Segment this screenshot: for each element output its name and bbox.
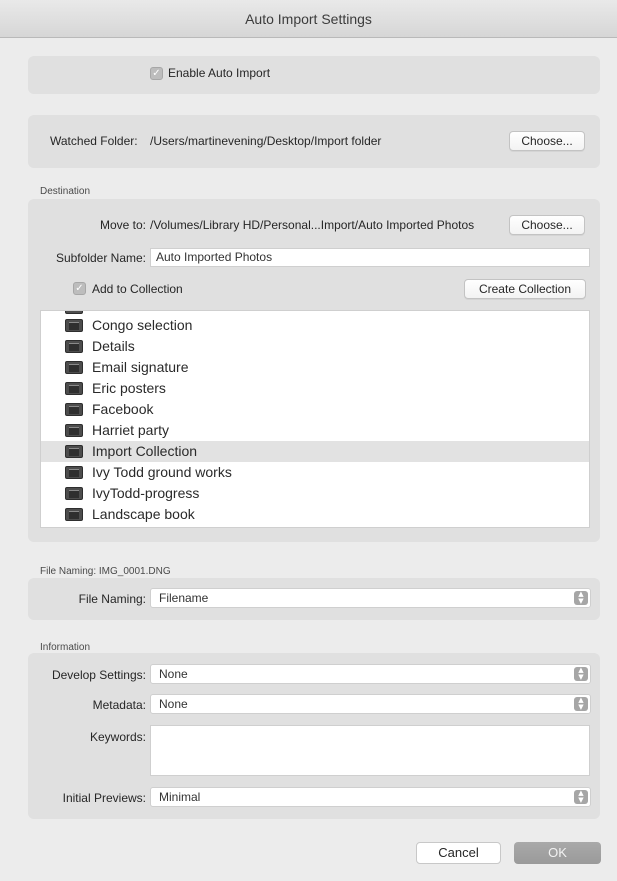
collection-item[interactable]: Congo selection [41, 315, 589, 336]
collection-icon [65, 403, 83, 416]
metadata-select[interactable]: None ▲ ▼ [150, 694, 591, 714]
initial-previews-label: Initial Previews: [62, 791, 146, 805]
information-section-label: Information [40, 642, 91, 653]
collection-item-label: Landscape book [92, 506, 195, 522]
collection-item-label: Congo selection [92, 317, 193, 333]
collection-item-label: Email signature [92, 359, 189, 375]
collection-item[interactable]: IvyTodd-progress [41, 483, 589, 504]
watched-folder-choose-button[interactable]: Choose... [509, 131, 585, 151]
watched-folder-label: Watched Folder: [50, 134, 138, 148]
collection-item[interactable]: Harriet party [41, 420, 589, 441]
updown-chevron-icon: ▲ ▼ [574, 697, 588, 711]
window-titlebar: Auto Import Settings [0, 0, 617, 38]
window-title: Auto Import Settings [245, 11, 372, 27]
collection-item-label: Harriet party [92, 422, 170, 438]
collection-item-selected[interactable]: Import Collection [41, 441, 589, 462]
collection-item-label: IvyTodd-progress [92, 485, 200, 501]
collection-item-label: Details [92, 338, 135, 354]
subfolder-name-label: Subfolder Name: [55, 251, 146, 265]
file-naming-value: Filename [159, 591, 209, 605]
collection-icon [65, 508, 83, 521]
updown-chevron-icon: ▲ ▼ [574, 667, 588, 681]
collection-icon [65, 466, 83, 479]
collection-icon [65, 382, 83, 395]
metadata-label: Metadata: [92, 698, 146, 712]
collection-icon [65, 319, 83, 332]
enable-auto-import-label[interactable]: Enable Auto Import [168, 66, 270, 80]
subfolder-name-input[interactable]: Auto Imported Photos [150, 248, 590, 267]
collection-icon [65, 487, 83, 500]
collection-item-label: Import Collection [92, 443, 198, 459]
collection-icon [65, 340, 83, 353]
file-naming-label: File Naming: [78, 592, 146, 606]
enable-auto-import-checkbox[interactable]: ✓ [150, 67, 163, 80]
keywords-label: Keywords: [89, 730, 146, 744]
enable-panel [28, 56, 600, 94]
collection-item[interactable]: Landscape book [41, 504, 589, 525]
keywords-textarea[interactable] [150, 725, 590, 776]
collection-icon [65, 424, 83, 437]
destination-section-label: Destination [40, 186, 91, 197]
partial-collection-icon [65, 311, 83, 314]
cancel-button[interactable]: Cancel [416, 842, 501, 864]
checkmark-icon: ✓ [152, 68, 161, 79]
create-collection-button[interactable]: Create Collection [464, 279, 586, 299]
checkmark-icon: ✓ [75, 283, 84, 294]
metadata-value: None [159, 697, 188, 711]
ok-button[interactable]: OK [514, 842, 601, 864]
add-to-collection-checkbox[interactable]: ✓ [73, 282, 86, 295]
file-naming-section-label: File Naming: IMG_0001.DNG [40, 566, 171, 577]
collection-item[interactable]: Facebook [41, 399, 589, 420]
collection-list[interactable]: Congo selection Details Email signature … [40, 310, 590, 528]
collection-item[interactable]: Eric posters [41, 378, 589, 399]
updown-chevron-icon: ▲ ▼ [574, 790, 588, 804]
move-to-path: /Volumes/Library HD/Personal...Import/Au… [150, 218, 475, 232]
collection-item-label: Eric posters [92, 380, 166, 396]
add-to-collection-label[interactable]: Add to Collection [92, 282, 183, 296]
collection-icon [65, 445, 83, 458]
collection-item-label: Facebook [92, 401, 154, 417]
initial-previews-value: Minimal [159, 790, 201, 804]
collection-item-label: Ivy Todd ground works [92, 464, 232, 480]
collection-icon [65, 361, 83, 374]
develop-settings-label: Develop Settings: [51, 668, 146, 682]
collection-item[interactable]: Details [41, 336, 589, 357]
destination-choose-button[interactable]: Choose... [509, 215, 585, 235]
collection-item[interactable]: Ivy Todd ground works [41, 462, 589, 483]
watched-folder-path: /Users/martinevening/Desktop/Import fold… [150, 134, 382, 148]
updown-chevron-icon: ▲ ▼ [574, 591, 588, 605]
develop-settings-select[interactable]: None ▲ ▼ [150, 664, 591, 684]
file-naming-select[interactable]: Filename ▲ ▼ [150, 588, 591, 608]
move-to-label: Move to: [99, 218, 146, 232]
collection-item[interactable]: Email signature [41, 357, 589, 378]
develop-settings-value: None [159, 667, 188, 681]
initial-previews-select[interactable]: Minimal ▲ ▼ [150, 787, 591, 807]
